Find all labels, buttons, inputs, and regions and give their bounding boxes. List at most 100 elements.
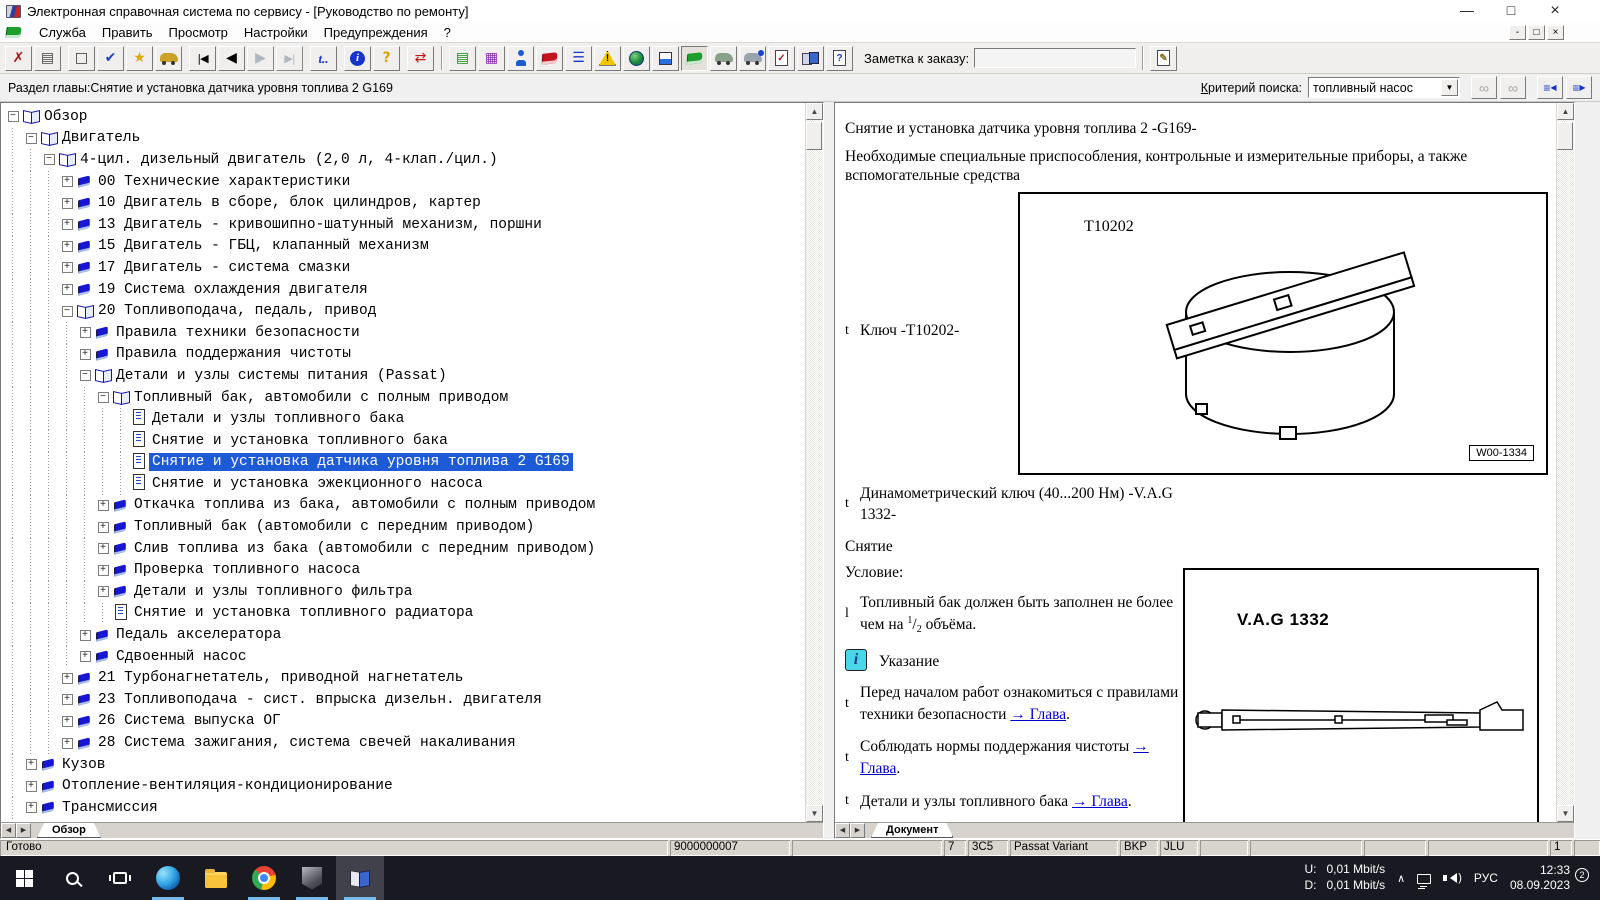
expand-icon[interactable]: + xyxy=(76,630,94,641)
menu-item-?[interactable]: ? xyxy=(436,23,459,42)
taskbar-elsa-button[interactable] xyxy=(336,856,384,900)
document-green-button[interactable]: ▤ xyxy=(449,46,476,71)
expand-icon[interactable]: + xyxy=(58,284,76,295)
tree-item-label[interactable]: Детали и узлы системы питания (Passat) xyxy=(113,367,450,385)
tab-overview[interactable]: Обзор xyxy=(37,823,101,838)
menu-item-править[interactable]: Править xyxy=(94,23,161,42)
mdi-restore-button[interactable]: □ xyxy=(1528,25,1545,40)
chevron-down-icon[interactable]: ▼ xyxy=(1441,79,1458,96)
start-button[interactable] xyxy=(0,856,48,900)
exit-button[interactable]: ✗ xyxy=(5,46,32,71)
nav-forward-button[interactable]: ▶ xyxy=(247,46,274,71)
tree-scrollbar[interactable]: ▲ ▼ xyxy=(805,103,823,822)
tree-item[interactable]: +Топливный бак (автомобили с передним пр… xyxy=(1,516,805,538)
collapse-icon[interactable]: − xyxy=(40,154,58,165)
books-transfer-button[interactable] xyxy=(797,46,824,71)
taskbar-game-button[interactable] xyxy=(288,856,336,900)
search-back-button[interactable]: ∞ xyxy=(1471,76,1497,99)
vehicle-button[interactable] xyxy=(155,46,182,71)
tree-item-label[interactable]: Топливный бак, автомобили с полным приво… xyxy=(131,389,511,407)
tree-item-label[interactable]: Проверка топливного насоса xyxy=(131,561,363,579)
tree-item-label[interactable]: 13 Двигатель - кривошипно-шатунный механ… xyxy=(95,216,545,234)
tab-scroll-left-icon[interactable]: ◀ xyxy=(835,823,850,838)
search-criteria-combobox[interactable]: топливный насос ▼ xyxy=(1308,77,1460,98)
tree-item[interactable]: +Проверка топливного насоса xyxy=(1,559,805,581)
tree-item-label[interactable]: 28 Система зажигания, система свечей нак… xyxy=(95,734,519,752)
expand-icon[interactable]: + xyxy=(94,586,112,597)
tree-item[interactable]: + Педаль акселератора xyxy=(1,624,805,646)
expand-icon[interactable]: + xyxy=(58,262,76,273)
tree-item[interactable]: −Двигатель xyxy=(1,128,805,150)
swap-button[interactable]: ⇄ xyxy=(407,46,434,71)
nav-last-button[interactable]: ▶| xyxy=(276,46,303,71)
mdi-close-button[interactable]: × xyxy=(1547,25,1564,40)
tree-item[interactable]: +10 Двигатель в сборе, блок цилиндров, к… xyxy=(1,192,805,214)
tree-item[interactable]: −Обзор xyxy=(1,106,805,128)
tree-item-label[interactable]: 19 Система охлаждения двигателя xyxy=(95,281,371,299)
tree-item-label[interactable]: Детали и узлы топливного бака xyxy=(149,410,407,428)
tree-item-label[interactable]: 21 Турбонагнетатель, приводной нагнетате… xyxy=(95,669,466,687)
tree-item-label[interactable]: 4-цил. дизельный двигатель (2,0 л, 4-кла… xyxy=(77,151,501,169)
collapse-icon[interactable]: − xyxy=(76,370,94,381)
maximize-button[interactable]: □ xyxy=(1500,2,1522,20)
document-scrollbar[interactable]: ▲ ▼ xyxy=(1556,103,1574,822)
network-icon[interactable] xyxy=(1417,874,1431,884)
tree-item-label[interactable]: Откачка топлива из бака, автомобили с по… xyxy=(131,496,598,514)
document-check-button[interactable]: ✔ xyxy=(97,46,124,71)
tree-item[interactable]: + Детали и узлы топливного фильтра xyxy=(1,581,805,603)
expand-icon[interactable]: + xyxy=(22,759,40,770)
document-help-button[interactable]: ? xyxy=(826,46,853,71)
car-search-button[interactable] xyxy=(739,46,766,71)
nav-back-button[interactable]: ◀ xyxy=(218,46,245,71)
scroll-down-icon[interactable]: ▼ xyxy=(806,805,823,822)
tree-item-label[interactable]: Детали и узлы топливного фильтра xyxy=(131,583,415,601)
expand-icon[interactable]: + xyxy=(58,673,76,684)
panel-splitter[interactable] xyxy=(824,102,834,839)
expand-icon[interactable]: + xyxy=(94,543,112,554)
expand-icon[interactable]: + xyxy=(58,738,76,749)
search-forward-button[interactable]: ∞ xyxy=(1500,76,1526,99)
tree-item[interactable]: +Откачка топлива из бака, автомобили с п… xyxy=(1,495,805,517)
tree-item-label[interactable]: Двигатель xyxy=(59,129,143,147)
scroll-up-icon[interactable]: ▲ xyxy=(1557,103,1574,120)
car-parts-button[interactable] xyxy=(710,46,737,71)
collapse-icon[interactable]: − xyxy=(94,392,112,403)
tree-item[interactable]: + Правила поддержания чистоты xyxy=(1,344,805,366)
tree-item[interactable]: − Топливный бак, автомобили с полным прив… xyxy=(1,387,805,409)
tree-item-label[interactable]: 10 Двигатель в сборе, блок цилиндров, ка… xyxy=(95,194,484,212)
tray-chevron-icon[interactable]: ∧ xyxy=(1397,872,1405,885)
tree-item[interactable]: Снятие и установка датчика уровня топлив… xyxy=(1,452,805,474)
tree-item[interactable]: +13 Двигатель - кривошипно-шатунный меха… xyxy=(1,214,805,236)
expand-icon[interactable]: + xyxy=(22,802,40,813)
order-note-input[interactable] xyxy=(974,48,1136,68)
document-new-button[interactable]: ★ xyxy=(126,46,153,71)
tree-scroll-thumb[interactable] xyxy=(806,122,822,150)
warning-button[interactable] xyxy=(594,46,621,71)
close-button[interactable]: × xyxy=(1544,2,1566,20)
tree-item[interactable]: Снятие и установка топливного бака xyxy=(1,430,805,452)
tree-item-label[interactable]: Кузов xyxy=(59,756,109,774)
tree-item-label[interactable]: 00 Технические характеристики xyxy=(95,173,353,191)
tree-item-label[interactable]: Педаль акселератора xyxy=(113,626,284,644)
tree-item[interactable]: +19 Система охлаждения двигателя xyxy=(1,279,805,301)
tree-item[interactable]: +26 Система выпуска ОГ xyxy=(1,711,805,733)
checklist-button[interactable]: ✓ xyxy=(768,46,795,71)
task-view-button[interactable] xyxy=(96,856,144,900)
tree-item[interactable]: − Детали и узлы системы питания (Passat) xyxy=(1,365,805,387)
globe-button[interactable] xyxy=(623,46,650,71)
tab-scroll-right-icon[interactable]: ▶ xyxy=(16,823,31,838)
tree-item[interactable]: +00 Технические характеристики xyxy=(1,171,805,193)
tree-item-label[interactable]: 26 Система выпуска ОГ xyxy=(95,712,284,730)
tree-item-label[interactable]: 20 Топливоподача, педаль, привод xyxy=(95,302,379,320)
tree-item[interactable]: + Кузов xyxy=(1,754,805,776)
expand-icon[interactable]: + xyxy=(76,327,94,338)
tree-item-label[interactable]: Правила поддержания чистоты xyxy=(113,345,354,363)
tab-document[interactable]: Документ xyxy=(871,823,953,838)
window-half-button[interactable] xyxy=(652,46,679,71)
taskbar-search-button[interactable] xyxy=(48,856,96,900)
tree-item-label[interactable]: Обзор xyxy=(41,108,91,126)
menu-item-предупреждения[interactable]: Предупреждения xyxy=(316,23,436,42)
tree-item-label[interactable]: 15 Двигатель - ГБЦ, клапанный механизм xyxy=(95,237,432,255)
expand-icon[interactable]: + xyxy=(76,349,94,360)
expand-icon[interactable]: + xyxy=(94,522,112,533)
